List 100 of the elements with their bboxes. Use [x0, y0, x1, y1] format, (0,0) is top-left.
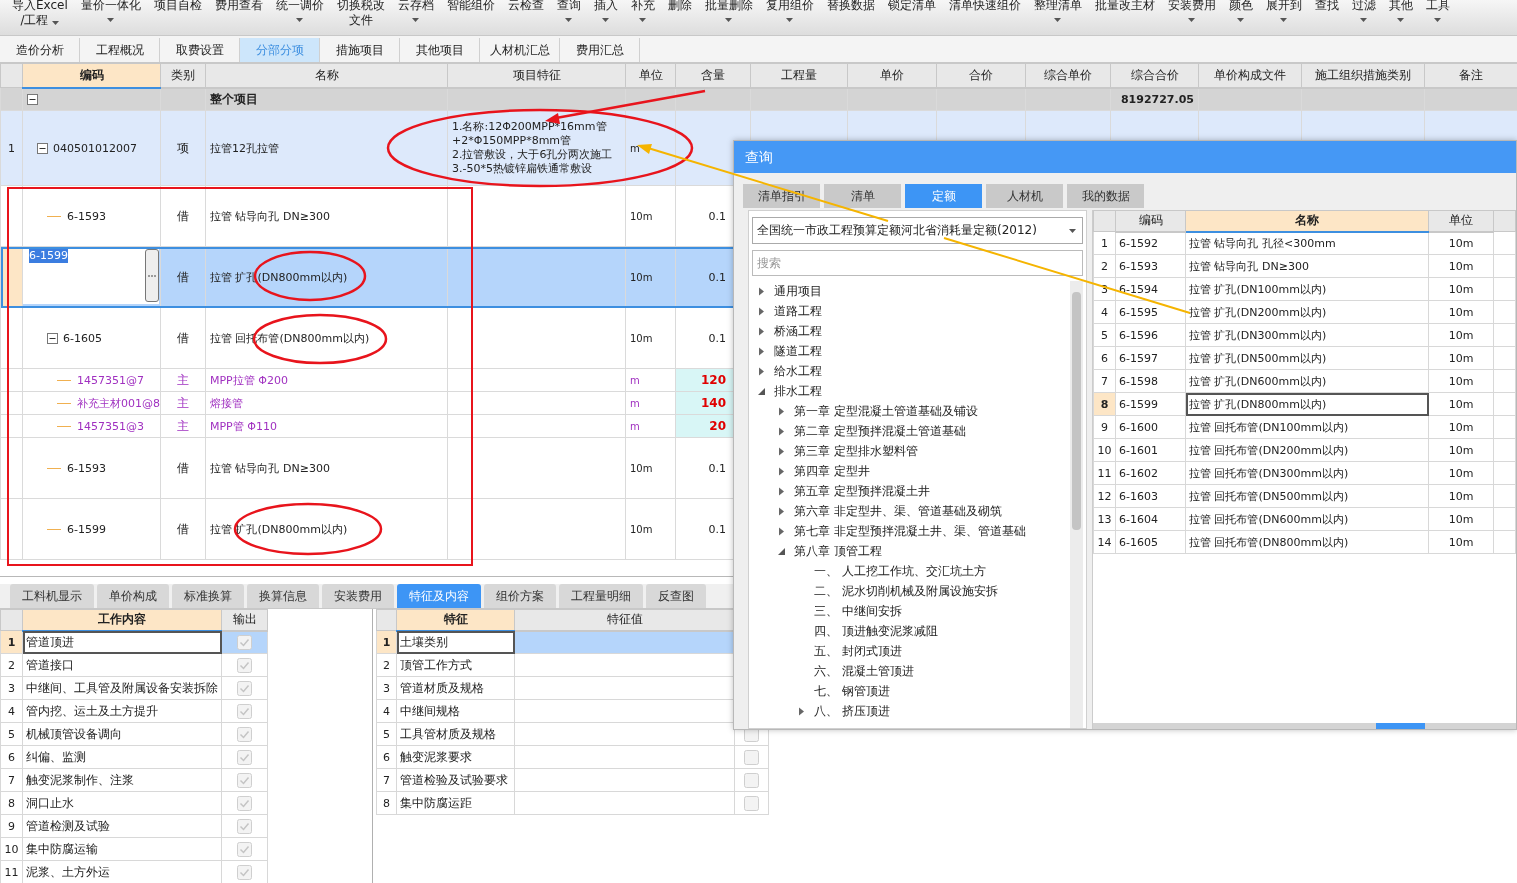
collapse-icon[interactable] — [47, 332, 58, 344]
tree-item[interactable]: 第八章 顶管工程 — [794, 542, 882, 560]
tree-item[interactable]: 第三章 定型排水塑料管 — [794, 442, 918, 460]
table-row[interactable]: 12 6-1603 拉管 回托布管(DN500mm以内) 10m — [1093, 484, 1516, 508]
tree-item[interactable]: 二、 泥水切削机械及附属设施安拆 — [814, 582, 998, 600]
column-header[interactable]: 合价 — [936, 63, 1026, 88]
column-header[interactable]: 单价 — [847, 63, 937, 88]
detail-tab[interactable]: 工程量明细 — [559, 584, 643, 608]
checkbox[interactable] — [237, 749, 252, 765]
table-row[interactable]: 7 6-1598 拉管 扩孔(DN600mm以内) 10m — [1093, 369, 1516, 393]
column-header[interactable]: 备注 — [1424, 63, 1517, 88]
search-field[interactable]: 搜索 — [752, 250, 1083, 276]
toolbar-button[interactable]: 过滤 — [1351, 0, 1376, 22]
tree-item[interactable]: 桥涵工程 — [774, 322, 822, 340]
tree-item[interactable]: 六、 混凝土管顶进 — [814, 662, 914, 680]
toolbar-button[interactable]: 替换数据 — [826, 0, 875, 13]
collapse-icon[interactable] — [778, 546, 786, 556]
tree-item[interactable]: 通用项目 — [774, 282, 822, 300]
toolbar-button[interactable]: 项目自检 — [153, 0, 202, 13]
table-row[interactable]: 5 机械顶管设备调向 — [0, 722, 268, 746]
checkbox[interactable] — [237, 864, 252, 880]
expand-icon[interactable] — [758, 286, 766, 296]
detail-tab[interactable]: 单价构成 — [97, 584, 169, 608]
checkbox[interactable] — [237, 818, 252, 834]
detail-tab[interactable]: 工料机显示 — [10, 584, 94, 608]
checkbox[interactable] — [237, 703, 252, 719]
tree-item[interactable]: 第七章 非定型预拌混凝土井、渠、管道基础 — [794, 522, 1026, 540]
toolbar-button[interactable]: 查找 — [1314, 0, 1339, 13]
tree-item[interactable]: 第四章 定型井 — [794, 462, 870, 480]
column-header[interactable]: 名称 — [1185, 210, 1429, 232]
column-header[interactable]: 特征值 — [514, 609, 735, 631]
column-header[interactable]: 单位 — [1428, 210, 1494, 232]
column-header[interactable]: 编码 — [1115, 210, 1186, 232]
checkbox[interactable] — [237, 634, 252, 650]
table-row[interactable]: 13 6-1604 拉管 回托布管(DN600mm以内) 10m — [1093, 507, 1516, 531]
table-row[interactable]: 9 6-1600 拉管 回托布管(DN100mm以内) 10m — [1093, 415, 1516, 439]
column-header[interactable]: 项目特征 — [447, 63, 626, 88]
table-row[interactable]: 整个项目 8192727.05 — [0, 87, 1517, 111]
dialog-tab[interactable]: 我的数据 — [1067, 184, 1144, 208]
expand-icon[interactable] — [778, 426, 786, 436]
table-row[interactable]: 3 中继间、工具管及附属设备安装拆除 — [0, 676, 268, 700]
toolbar-button[interactable]: 工具 — [1425, 0, 1450, 22]
collapse-icon[interactable] — [37, 142, 48, 154]
expand-icon[interactable] — [778, 466, 786, 476]
toolbar-button[interactable]: 云存档 — [397, 0, 434, 22]
toolbar-button[interactable]: 展开到 — [1265, 0, 1302, 22]
expand-icon[interactable] — [758, 326, 766, 336]
checkbox[interactable] — [237, 772, 252, 788]
toolbar-button[interactable]: 批量删除 — [704, 0, 753, 22]
column-header[interactable]: 工程量 — [750, 63, 848, 88]
table-row[interactable]: 4 管内挖、运土及土方提升 — [0, 699, 268, 723]
collapse-icon[interactable] — [758, 386, 766, 396]
dialog-tab[interactable]: 清单 — [824, 184, 901, 208]
expand-icon[interactable] — [778, 506, 786, 516]
tree-item[interactable]: 五、 封闭式顶进 — [814, 642, 902, 660]
table-row[interactable]: 8 洞口止水 — [0, 791, 268, 815]
dialog-tab[interactable]: 人材机 — [986, 184, 1063, 208]
checkbox[interactable] — [237, 795, 252, 811]
table-row[interactable]: 11 6-1602 拉管 回托布管(DN300mm以内) 10m — [1093, 461, 1516, 485]
tree-item[interactable]: 八、 挤压顶进 — [814, 702, 890, 720]
checkbox[interactable] — [237, 841, 252, 857]
detail-tab[interactable]: 组价方案 — [484, 584, 556, 608]
table-row[interactable]: 8 6-1599 拉管 扩孔(DN800mm以内) 10m — [1093, 392, 1516, 416]
column-header[interactable]: 特征 — [396, 609, 515, 631]
detail-tab[interactable]: 反查图 — [646, 584, 706, 608]
scrollbar[interactable] — [1093, 723, 1516, 729]
toolbar-button[interactable]: 删除 — [667, 0, 692, 13]
table-row[interactable]: 4 6-1595 拉管 扩孔(DN200mm以内) 10m — [1093, 300, 1516, 324]
table-row[interactable]: 1 6-1592 拉管 钻导向孔 孔径<300mm 10m — [1093, 231, 1516, 255]
column-header[interactable]: 工作内容 — [22, 609, 222, 631]
expand-icon[interactable] — [778, 406, 786, 416]
tree-item[interactable]: 四、 顶进触变泥浆减阻 — [814, 622, 938, 640]
expand-icon[interactable] — [778, 526, 786, 536]
table-row[interactable]: 11 泥浆、土方外运 — [0, 860, 268, 883]
tree-item[interactable]: 隧道工程 — [774, 342, 822, 360]
table-row[interactable]: 10 集中防腐运输 — [0, 837, 268, 861]
checkbox[interactable] — [744, 795, 759, 811]
expand-icon[interactable] — [758, 366, 766, 376]
detail-tab[interactable]: 安装费用 — [322, 584, 394, 608]
column-header[interactable]: 含量 — [675, 63, 751, 88]
table-row[interactable]: 6 纠偏、监测 — [0, 745, 268, 769]
toolbar-button[interactable]: 量价一体化 — [80, 0, 141, 22]
table-row[interactable]: 2 管道接口 — [0, 653, 268, 677]
tree-item[interactable]: 道路工程 — [774, 302, 822, 320]
table-row[interactable]: 6 6-1597 拉管 扩孔(DN500mm以内) 10m — [1093, 346, 1516, 370]
column-header[interactable]: 施工组织措施类别 — [1301, 63, 1425, 88]
tree-item[interactable]: 第六章 非定型井、渠、管道基础及砌筑 — [794, 502, 1002, 520]
library-select[interactable]: 全国统一市政工程预算定额河北省消耗量定额(2012) — [752, 217, 1083, 244]
checkbox[interactable] — [744, 749, 759, 765]
column-header[interactable]: 类别 — [160, 63, 206, 88]
detail-tab[interactable]: 标准换算 — [172, 584, 244, 608]
table-row[interactable]: 14 6-1605 拉管 回托布管(DN800mm以内) 10m — [1093, 530, 1516, 554]
expand-icon[interactable] — [778, 486, 786, 496]
checkbox[interactable] — [237, 657, 252, 673]
collapse-icon[interactable] — [27, 93, 38, 105]
tree-item[interactable]: 给水工程 — [774, 362, 822, 380]
tree-item[interactable]: 排水工程 — [774, 382, 822, 400]
expand-icon[interactable] — [798, 706, 806, 716]
column-header[interactable]: 综合合价 — [1110, 63, 1199, 88]
toolbar-button[interactable]: 其他 — [1388, 0, 1413, 22]
